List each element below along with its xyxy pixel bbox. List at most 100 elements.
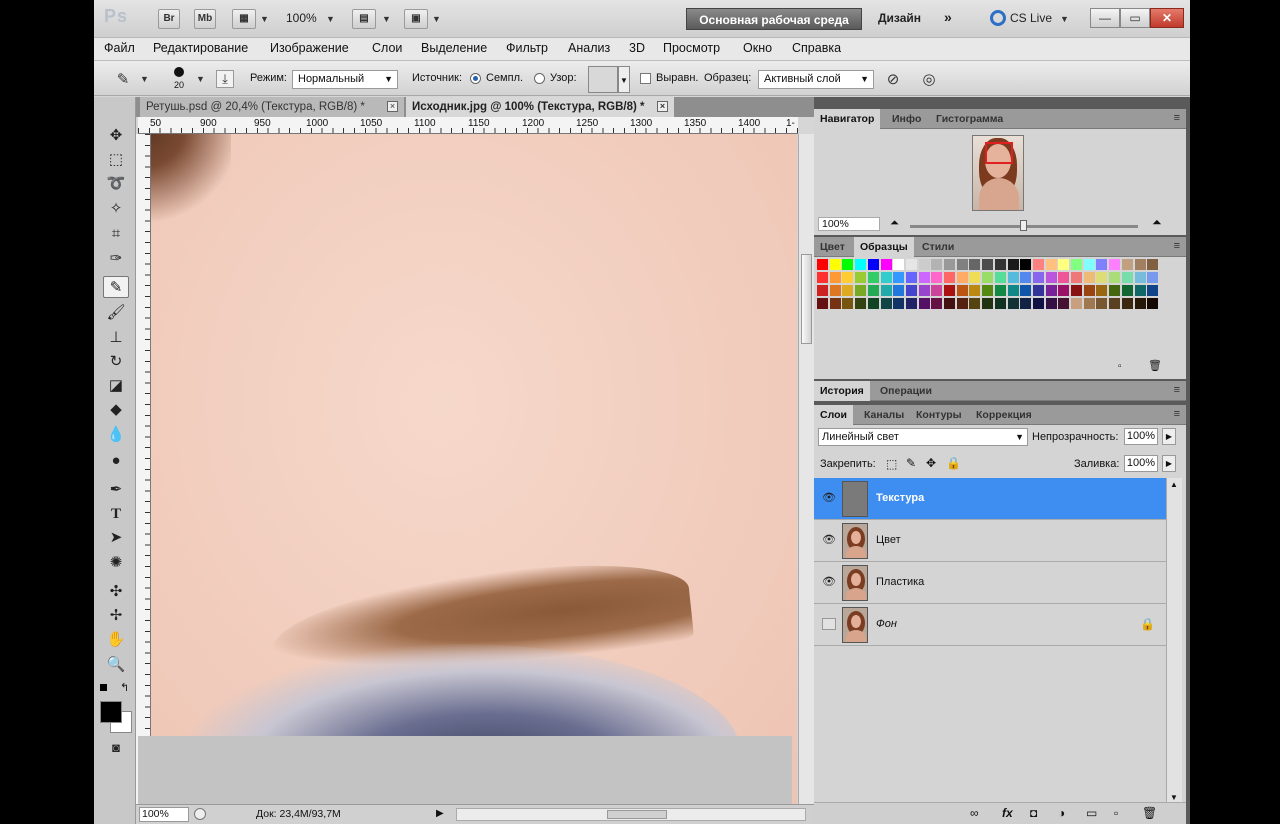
shape-tool-icon[interactable]: ✺ — [103, 552, 129, 574]
color-swatch[interactable] — [982, 285, 994, 296]
tab-info[interactable]: Инфо — [886, 109, 927, 129]
color-swatch[interactable] — [842, 272, 854, 283]
tab-navigator[interactable]: Навигатор — [814, 109, 881, 129]
source-sampled-radio[interactable] — [470, 73, 481, 84]
color-swatch[interactable] — [1007, 259, 1019, 270]
crop-tool-icon[interactable]: ⌗ — [103, 223, 129, 245]
healing-brush-preset-icon[interactable]: ✎ — [112, 69, 134, 91]
move-tool-icon[interactable]: ✥ — [103, 125, 129, 147]
menu-select[interactable]: Выделение — [421, 41, 487, 55]
folder-icon[interactable]: ▭ — [1086, 806, 1097, 820]
opacity-field[interactable]: 100% — [1124, 428, 1158, 445]
menu-layers[interactable]: Слои — [372, 41, 402, 55]
pressure-size-icon[interactable]: ◎ — [918, 69, 940, 91]
minimize-button[interactable]: — — [1090, 8, 1120, 28]
new-swatch-icon[interactable]: ▫ — [1118, 361, 1122, 372]
menu-image[interactable]: Изображение — [270, 41, 349, 55]
hand-tool-icon[interactable]: ✋ — [103, 629, 129, 651]
quick-selection-tool-icon[interactable]: ✧ — [103, 198, 129, 220]
eye-icon[interactable]: 👁 — [822, 492, 836, 504]
color-swatch[interactable] — [1020, 259, 1032, 270]
color-swatch[interactable] — [1058, 298, 1070, 309]
close-icon[interactable]: × — [657, 101, 668, 112]
navigator-thumbnail[interactable] — [972, 135, 1024, 211]
panel-menu-icon[interactable]: ≡ — [1174, 112, 1180, 124]
color-swatch[interactable] — [829, 272, 841, 283]
color-swatch[interactable] — [918, 285, 930, 296]
lasso-tool-icon[interactable]: ➰ — [103, 173, 129, 195]
color-swatch[interactable] — [842, 298, 854, 309]
workspace-design-button[interactable]: Дизайн — [878, 11, 921, 25]
mask-icon[interactable]: ◘ — [1030, 806, 1037, 820]
fill-field[interactable]: 100% — [1124, 455, 1158, 472]
chevron-down-icon[interactable]: ▼ — [140, 74, 149, 84]
marquee-tool-icon[interactable]: ⬚ — [103, 149, 129, 171]
foreground-color-swatch[interactable] — [100, 701, 122, 723]
panel-menu-icon[interactable]: ≡ — [1174, 384, 1180, 396]
swap-colors-icon[interactable]: ↰ — [120, 681, 129, 694]
eraser-tool-icon[interactable]: ◪ — [103, 375, 129, 397]
healing-brush-tool-icon[interactable]: ✎ — [103, 276, 129, 298]
color-swatch[interactable] — [1032, 272, 1044, 283]
scroll-down-icon[interactable]: ▼ — [1170, 793, 1178, 802]
color-swatch[interactable] — [829, 259, 841, 270]
link-icon[interactable]: ∞ — [970, 806, 979, 820]
more-workspaces-button[interactable]: » — [944, 9, 952, 25]
scroll-up-icon[interactable]: ▲ — [1170, 480, 1178, 489]
color-swatch[interactable] — [956, 259, 968, 270]
color-swatch[interactable] — [1045, 272, 1057, 283]
color-swatch[interactable] — [905, 298, 917, 309]
color-swatch[interactable] — [880, 272, 892, 283]
3d-rotate-tool-icon[interactable]: ✣ — [103, 581, 129, 603]
vertical-scrollbar[interactable] — [798, 134, 814, 804]
cs-live-button[interactable]: CS Live — [1010, 11, 1052, 25]
zoom-tool-icon[interactable]: 🔍 — [103, 654, 129, 676]
color-swatch[interactable] — [1121, 272, 1133, 283]
status-icon[interactable] — [194, 808, 206, 820]
layer-row-color[interactable]: 👁 Цвет — [814, 520, 1166, 562]
layer-row-texture[interactable]: 👁 Текстура — [814, 478, 1166, 520]
color-swatch[interactable] — [867, 298, 879, 309]
color-swatch[interactable] — [994, 272, 1006, 283]
color-swatch[interactable] — [829, 298, 841, 309]
eye-icon[interactable]: 👁 — [822, 576, 836, 588]
color-swatch[interactable] — [918, 259, 930, 270]
color-swatch[interactable] — [1007, 272, 1019, 283]
restore-button[interactable]: ▭ — [1120, 8, 1150, 28]
color-swatch[interactable] — [1096, 298, 1108, 309]
color-swatch[interactable] — [956, 285, 968, 296]
menu-view[interactable]: Просмотр — [663, 41, 720, 55]
lock-all-icon[interactable]: 🔒 — [946, 456, 961, 470]
tab-history[interactable]: История — [814, 381, 870, 401]
fill-slider-arrow-icon[interactable]: ▶ — [1162, 455, 1176, 472]
color-swatch[interactable] — [829, 285, 841, 296]
color-swatch[interactable] — [817, 285, 828, 296]
layers-scrollbar[interactable]: ▲ ▼ — [1166, 478, 1182, 804]
blend-mode-select[interactable]: Линейный свет ▼ — [818, 428, 1028, 446]
color-swatch[interactable] — [969, 272, 981, 283]
navigator-zoom-field[interactable]: 100% — [818, 217, 880, 231]
color-swatch[interactable] — [1071, 285, 1082, 296]
color-swatch[interactable] — [982, 259, 994, 270]
tab-styles[interactable]: Стили — [916, 237, 960, 257]
color-swatch[interactable] — [1147, 259, 1159, 270]
color-swatch[interactable] — [1007, 285, 1019, 296]
color-swatch[interactable] — [1147, 285, 1159, 296]
color-swatch[interactable] — [1083, 285, 1095, 296]
tab-channels[interactable]: Каналы — [858, 405, 910, 425]
history-brush-tool-icon[interactable]: ↻ — [103, 351, 129, 373]
color-swatch[interactable] — [880, 259, 892, 270]
ignore-adjustment-layers-icon[interactable]: ⊘ — [882, 69, 904, 91]
lock-pixels-icon[interactable]: ✎ — [906, 456, 916, 470]
color-swatch[interactable] — [855, 285, 867, 296]
color-swatch[interactable] — [1134, 272, 1146, 283]
status-menu-arrow-icon[interactable]: ▶ — [436, 808, 444, 819]
blur-tool-icon[interactable]: 💧 — [103, 424, 129, 446]
color-swatch[interactable] — [1032, 298, 1044, 309]
color-swatch[interactable] — [1058, 272, 1070, 283]
screen-mode-button[interactable]: ▣ — [404, 9, 428, 29]
color-swatch[interactable] — [817, 272, 828, 283]
opacity-slider-arrow-icon[interactable]: ▶ — [1162, 428, 1176, 445]
trash-icon[interactable]: 🗑 — [1142, 806, 1157, 820]
color-swatch[interactable] — [1134, 298, 1146, 309]
